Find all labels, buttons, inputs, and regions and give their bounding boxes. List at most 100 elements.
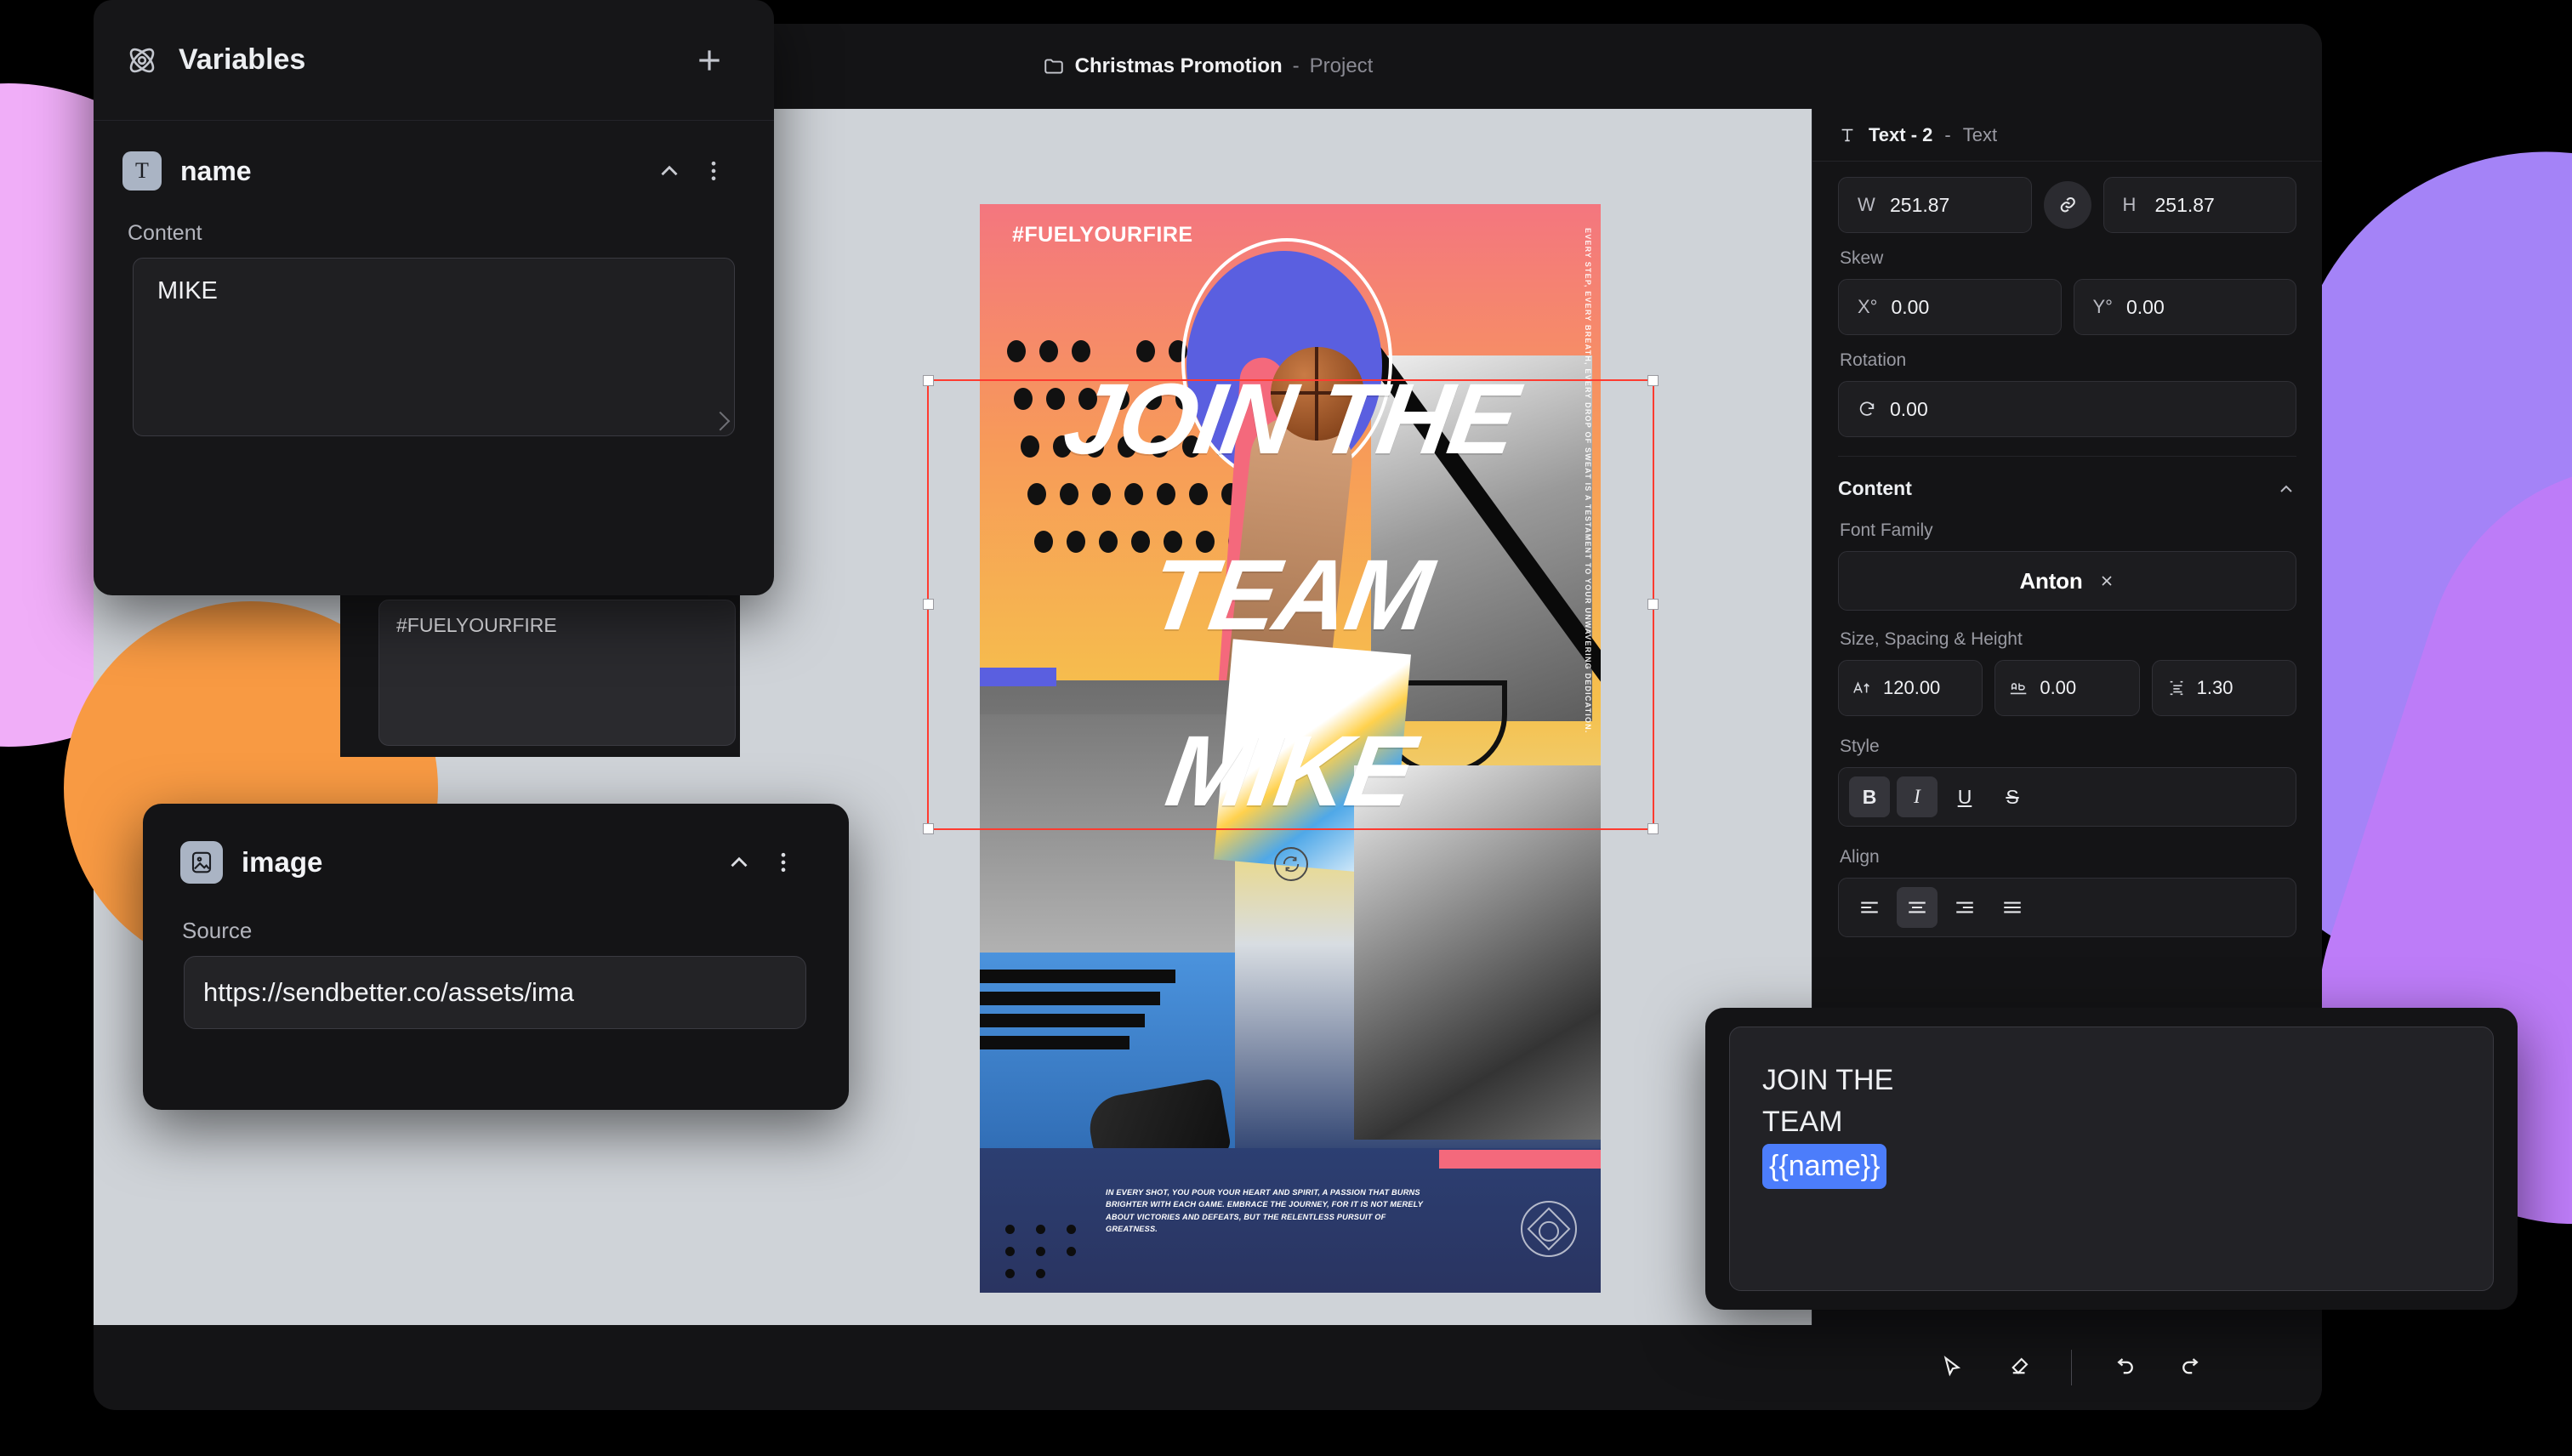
image-source-label: Source [182,918,849,944]
plus-icon [692,43,726,77]
poster-logo-mark [1521,1201,1577,1257]
line-height-icon [2166,679,2187,697]
height-field[interactable]: H 251.87 [2103,177,2297,233]
skew-x-field[interactable]: X° 0.00 [1838,279,2062,335]
align-left-icon [1858,899,1881,916]
variable-content-label: Content [128,221,774,246]
variable-secondary-textarea[interactable]: #FUELYOURFIRE [378,600,736,746]
close-icon[interactable] [2098,572,2115,589]
resize-grip-icon[interactable] [711,412,731,431]
font-family-select[interactable]: Anton [1838,551,2296,611]
breadcrumb-project-name: Christmas Promotion [1075,54,1283,78]
screen-root: Christmas Promotion - Project [0,0,2572,1456]
letter-spacing-value: 0.00 [2040,677,2076,699]
image-collapse-button[interactable] [716,848,762,877]
variable-name: name [180,156,646,187]
image-more-button[interactable] [762,850,805,875]
rotation-label: Rotation [1840,350,2296,371]
align-center-button[interactable] [1897,887,1938,928]
eraser-tool-button[interactable] [1996,1345,2040,1390]
align-right-icon [1954,899,1976,916]
variables-panel-header: Variables [94,0,774,121]
font-size-value: 120.00 [1883,677,1940,699]
align-label: Align [1840,847,2296,867]
inspector-body: W 251.87 H 251.87 Skew [1812,162,2322,937]
image-source-value: https://sendbetter.co/assets/ima [203,977,574,1008]
align-justify-button[interactable] [1992,887,2033,928]
resize-handle-middle-right[interactable] [1647,599,1659,610]
image-panel-header: image [143,804,849,884]
toolbar-divider [2071,1350,2072,1385]
rotate-handle-icon[interactable] [1274,847,1308,881]
variable-collapse-button[interactable] [646,156,692,185]
image-panel-title: image [242,846,716,879]
variable-token[interactable]: {{name}} [1762,1144,1886,1189]
rotation-row: 0.00 [1838,381,2296,437]
add-variable-button[interactable] [684,43,735,77]
rotate-icon [1858,400,1876,418]
font-family-label: Font Family [1840,520,2296,541]
rotation-value: 0.00 [1890,398,1928,421]
resize-handle-top-right[interactable] [1647,375,1659,386]
skew-y-field[interactable]: Y° 0.00 [2074,279,2297,335]
undo-button[interactable] [2103,1345,2147,1390]
resize-handle-top-left[interactable] [923,375,934,386]
eraser-icon [2006,1355,2031,1380]
strikethrough-button[interactable]: S [1992,776,2033,817]
text-style-group: B I U S [1838,767,2296,827]
breadcrumb[interactable]: Christmas Promotion - Project [1043,54,1374,78]
bold-button[interactable]: B [1849,776,1890,817]
image-panel: image Source https://sendbetter.co/asset… [143,804,849,1110]
select-tool-button[interactable] [1930,1345,1974,1390]
image-source-input[interactable]: https://sendbetter.co/assets/ima [184,956,806,1029]
variable-content-textarea[interactable]: MIKE [133,258,735,436]
content-section-header[interactable]: Content [1838,457,2296,517]
size-row: W 251.87 H 251.87 [1838,177,2296,233]
resize-handle-middle-left[interactable] [923,599,934,610]
cursor-icon [1939,1355,1965,1380]
style-label: Style [1840,737,2296,757]
height-label: H [2123,194,2142,216]
width-label: W [1858,194,1876,216]
chevron-up-icon [725,848,754,877]
underline-glyph: U [1958,786,1972,809]
strikethrough-glyph: S [2006,786,2018,809]
text-editor-panel: JOIN THE TEAM {{name}} [1705,1008,2518,1310]
variable-content-value: MIKE [157,277,218,304]
variable-block-secondary: #FUELYOURFIRE [340,587,740,757]
variables-panel: Variables T name Content MIKE [94,0,774,595]
text-align-group [1838,878,2296,937]
rotation-field[interactable]: 0.00 [1838,381,2296,437]
font-size-field[interactable]: 120.00 [1838,660,1983,716]
size-spacing-row: 120.00 0.00 [1838,660,2296,716]
italic-button[interactable]: I [1897,776,1938,817]
text-editor-line-1: JOIN THE [1762,1060,2461,1101]
poster-bottom-dots [1005,1225,1116,1284]
line-height-field[interactable]: 1.30 [2152,660,2296,716]
breadcrumb-type: Project [1310,54,1374,78]
width-field[interactable]: W 251.87 [1838,177,2032,233]
variable-type-glyph: T [135,158,149,184]
resize-handle-bottom-right[interactable] [1647,823,1659,834]
link-aspect-ratio-button[interactable] [2044,181,2091,229]
selection-box[interactable] [927,379,1654,830]
size-spacing-label: Size, Spacing & Height [1840,629,2296,650]
content-section-title: Content [1838,477,1912,500]
inspector-header: Text - 2 - Text [1812,109,2322,162]
text-editor-input[interactable]: JOIN THE TEAM {{name}} [1729,1027,2494,1291]
redo-button[interactable] [2169,1345,2213,1390]
breadcrumb-separator: - [1293,54,1300,78]
underline-button[interactable]: U [1944,776,1985,817]
letter-spacing-field[interactable]: 0.00 [1994,660,2139,716]
poster-red-bar [1439,1150,1601,1169]
align-right-button[interactable] [1944,887,1985,928]
variable-more-button[interactable] [692,158,735,184]
resize-handle-bottom-left[interactable] [923,823,934,834]
folder-icon [1043,55,1065,77]
more-vertical-icon [701,158,726,184]
align-left-button[interactable] [1849,887,1890,928]
skew-y-value: 0.00 [2126,296,2165,319]
skew-x-value: 0.00 [1891,296,1929,319]
inspector-element-type: Text [1963,124,1997,146]
chevron-up-icon[interactable] [2276,479,2296,499]
